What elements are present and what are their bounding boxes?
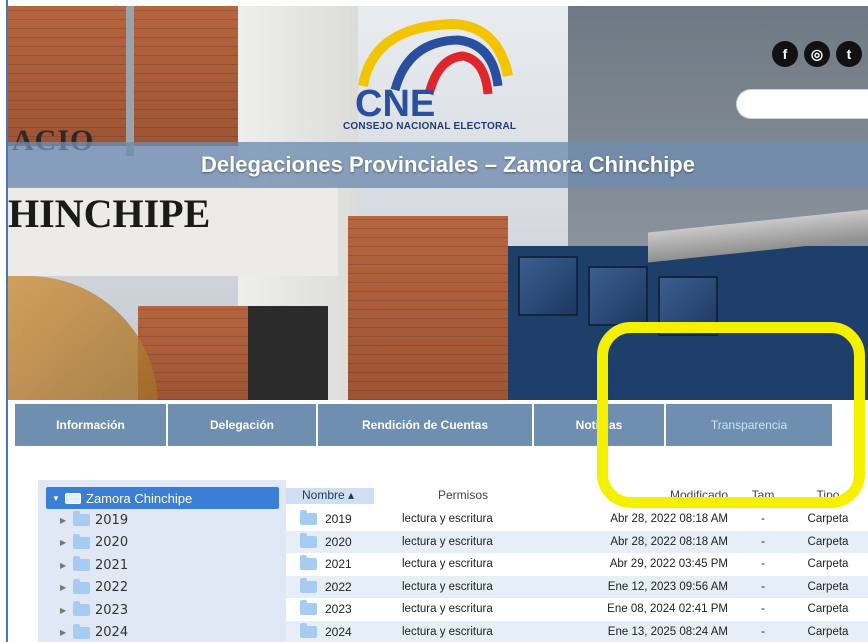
chevron-right-icon[interactable]: ▶ <box>60 583 68 592</box>
row-modified: Abr 28, 2022 08:18 AM <box>610 513 728 526</box>
table-row[interactable]: 2022 lectura y escritura Ene 12, 2023 09… <box>286 575 868 598</box>
tree-item-2020[interactable]: ▶ 2020 <box>38 532 286 555</box>
tree-root-label: Zamora Chinchipe <box>86 490 193 506</box>
column-header-name[interactable]: Nombre ▴ <box>286 488 374 504</box>
store-window <box>588 266 648 326</box>
tree-item-label: 2021 <box>95 557 129 573</box>
row-permissions: lectura y escritura <box>402 580 493 593</box>
row-type: Carpeta <box>807 580 849 593</box>
chevron-right-icon[interactable]: ▶ <box>60 628 68 637</box>
row-permissions: lectura y escritura <box>402 558 493 571</box>
folder-icon <box>73 623 90 639</box>
tree-item-label: 2022 <box>95 580 129 596</box>
tree-item-label: 2019 <box>95 512 129 528</box>
tree-item-2022[interactable]: ▶ 2022 <box>38 577 286 600</box>
tree-item-2019[interactable]: ▶ 2019 <box>38 509 286 532</box>
row-modified: Abr 28, 2022 08:18 AM <box>610 535 728 548</box>
row-type: Carpeta <box>807 558 849 571</box>
row-size: - <box>761 625 765 638</box>
chevron-right-icon[interactable]: ▶ <box>60 606 68 615</box>
folder-tree: ▼ Zamora Chinchipe ▶ 2019 ▶ 2020 ▶ 2021 … <box>38 480 286 642</box>
row-name: 2021 <box>325 557 352 572</box>
row-type: Carpeta <box>807 535 849 548</box>
nav-informacion[interactable]: Información <box>15 404 168 446</box>
chevron-right-icon[interactable]: ▶ <box>60 561 68 570</box>
folder-icon <box>300 532 317 548</box>
row-name: 2019 <box>325 512 352 527</box>
tree-item-2023[interactable]: ▶ 2023 <box>38 599 286 622</box>
chevron-down-icon[interactable]: ▼ <box>52 494 60 503</box>
row-permissions: lectura y escritura <box>402 603 493 616</box>
folder-icon <box>73 511 90 527</box>
logo-wordmark: CNE <box>355 83 435 125</box>
tree-root-item[interactable]: ▼ Zamora Chinchipe <box>46 487 279 509</box>
row-modified: Ene 08, 2024 02:41 PM <box>607 603 728 616</box>
folder-icon <box>73 556 90 572</box>
social-links: f ◎ t <box>772 41 862 67</box>
row-name: 2024 <box>325 624 352 639</box>
doorway <box>248 306 328 400</box>
table-row[interactable]: 2021 lectura y escritura Abr 29, 2022 03… <box>286 553 868 576</box>
row-name: 2020 <box>325 534 352 549</box>
tree-item-2021[interactable]: ▶ 2021 <box>38 554 286 577</box>
brick-wall <box>348 216 508 400</box>
folder-icon <box>300 555 317 571</box>
cne-logo-mark: CNE <box>355 18 513 125</box>
nav-rendicion-de-cuentas[interactable]: Rendición de Cuentas <box>318 404 534 446</box>
folder-icon <box>300 577 317 593</box>
row-name: 2023 <box>325 602 352 617</box>
row-type: Carpeta <box>807 625 849 638</box>
building-sign-text: HINCHIPE <box>8 191 211 236</box>
drive-icon <box>65 492 81 504</box>
search-input[interactable] <box>736 89 868 119</box>
page-title: Delegaciones Provinciales – Zamora Chinc… <box>201 152 695 177</box>
folder-icon <box>300 510 317 526</box>
table-row[interactable]: 2019 lectura y escritura Abr 28, 2022 08… <box>286 508 868 531</box>
row-permissions: lectura y escritura <box>402 513 493 526</box>
tree-item-label: 2020 <box>95 535 129 551</box>
nav-delegacion[interactable]: Delegación <box>168 404 318 446</box>
folder-icon <box>73 601 90 617</box>
folder-icon <box>300 600 317 616</box>
logo-caption: CONSEJO NACIONAL ELECTORAL <box>343 121 517 132</box>
row-type: Carpeta <box>807 513 849 526</box>
table-row[interactable]: 2023 lectura y escritura Ene 08, 2024 02… <box>286 598 868 621</box>
row-permissions: lectura y escritura <box>402 535 493 548</box>
tree-item-2024[interactable]: ▶ 2024 <box>38 622 286 642</box>
folder-icon <box>300 622 317 638</box>
row-size: - <box>761 558 765 571</box>
sort-asc-icon: ▴ <box>348 488 355 502</box>
row-size: - <box>761 603 765 616</box>
chevron-right-icon[interactable]: ▶ <box>60 516 68 525</box>
store-window <box>518 256 578 316</box>
folder-icon <box>73 533 90 549</box>
cne-logo[interactable]: CNE CONSEJO NACIONAL ELECTORAL <box>333 16 533 136</box>
row-size: - <box>761 580 765 593</box>
tree-item-label: 2024 <box>95 625 129 641</box>
chevron-right-icon[interactable]: ▶ <box>60 538 68 547</box>
row-permissions: lectura y escritura <box>402 625 493 638</box>
column-header-permissions[interactable]: Permisos <box>374 488 524 504</box>
row-modified: Ene 13, 2025 08:24 AM <box>607 625 728 638</box>
row-type: Carpeta <box>807 603 849 616</box>
folder-icon <box>73 578 90 594</box>
instagram-icon[interactable]: ◎ <box>804 41 830 67</box>
table-row[interactable]: 2024 lectura y escritura Ene 13, 2025 08… <box>286 620 868 642</box>
row-modified: Ene 12, 2023 09:56 AM <box>607 580 728 593</box>
twitter-icon[interactable]: t <box>836 41 862 67</box>
tree-item-label: 2023 <box>95 602 129 618</box>
facebook-icon[interactable]: f <box>772 41 798 67</box>
table-row[interactable]: 2020 lectura y escritura Abr 28, 2022 08… <box>286 530 868 553</box>
row-modified: Abr 29, 2022 03:45 PM <box>609 558 728 571</box>
light-pole <box>126 6 134 156</box>
file-rows: 2019 lectura y escritura Abr 28, 2022 08… <box>286 508 868 642</box>
annotation-highlight <box>597 322 865 508</box>
row-size: - <box>761 513 765 526</box>
row-size: - <box>761 535 765 548</box>
row-name: 2022 <box>325 579 352 594</box>
